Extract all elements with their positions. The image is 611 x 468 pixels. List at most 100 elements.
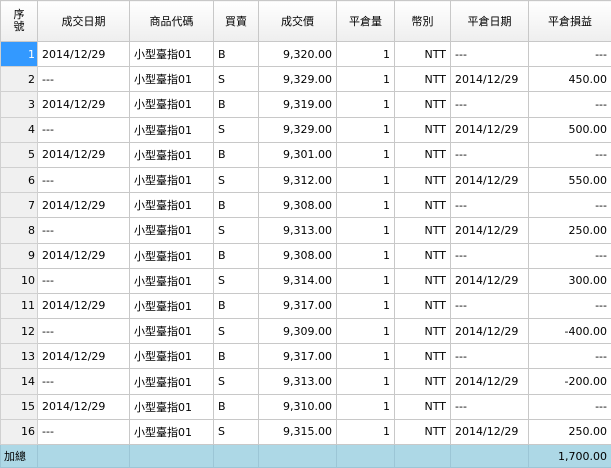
cell-price[interactable]: 9,313.00: [258, 368, 337, 395]
cell-pnl[interactable]: ---: [528, 192, 611, 219]
cell-currency[interactable]: NTT: [394, 368, 451, 395]
cell-currency[interactable]: NTT: [394, 393, 451, 420]
cell-trade-date[interactable]: 2014/12/29: [37, 192, 130, 219]
cell-seq[interactable]: 14: [0, 368, 38, 395]
cell-currency[interactable]: NTT: [394, 91, 451, 118]
cell-currency[interactable]: NTT: [394, 66, 451, 93]
cell-pnl[interactable]: ---: [528, 393, 611, 420]
cell-pnl[interactable]: 250.00: [528, 418, 611, 446]
cell-side[interactable]: S: [213, 318, 259, 345]
cell-seq[interactable]: 7: [0, 192, 38, 219]
cell-price[interactable]: 9,308.00: [258, 242, 337, 269]
cell-product-code[interactable]: 小型臺指01: [129, 217, 214, 244]
col-header-trade-date[interactable]: 成交日期: [37, 0, 130, 42]
cell-currency[interactable]: NTT: [394, 116, 451, 143]
cell-close-date[interactable]: 2014/12/29: [450, 318, 529, 345]
cell-pnl[interactable]: ---: [528, 343, 611, 370]
col-header-close-date[interactable]: 平倉日期: [450, 0, 529, 42]
table-row[interactable]: 3 2014/12/29 小型臺指01 B 9,319.00 1 NTT --- ---: [0, 91, 611, 118]
cell-price[interactable]: 9,309.00: [258, 318, 337, 345]
cell-trade-date[interactable]: ---: [37, 368, 130, 395]
cell-currency[interactable]: NTT: [394, 343, 451, 370]
cell-pnl[interactable]: 500.00: [528, 116, 611, 143]
cell-side[interactable]: S: [213, 418, 259, 446]
col-header-currency[interactable]: 幣別: [394, 0, 451, 42]
cell-close-qty[interactable]: 1: [336, 217, 395, 244]
cell-product-code[interactable]: 小型臺指01: [129, 192, 214, 219]
table-row[interactable]: 5 2014/12/29 小型臺指01 B 9,301.00 1 NTT --- ---: [0, 141, 611, 168]
cell-side[interactable]: B: [213, 91, 259, 118]
cell-close-date[interactable]: ---: [450, 192, 529, 219]
cell-seq[interactable]: 16: [0, 418, 38, 446]
cell-close-date[interactable]: 2014/12/29: [450, 166, 529, 194]
cell-side[interactable]: B: [213, 343, 259, 370]
cell-price[interactable]: 9,301.00: [258, 141, 337, 168]
cell-trade-date[interactable]: ---: [37, 418, 130, 446]
cell-product-code[interactable]: 小型臺指01: [129, 242, 214, 269]
cell-pnl[interactable]: ---: [528, 91, 611, 118]
cell-price[interactable]: 9,314.00: [258, 267, 337, 294]
cell-trade-date[interactable]: 2014/12/29: [37, 292, 130, 320]
cell-close-date[interactable]: 2014/12/29: [450, 217, 529, 244]
cell-trade-date[interactable]: 2014/12/29: [37, 393, 130, 420]
cell-close-qty[interactable]: 1: [336, 368, 395, 395]
cell-close-qty[interactable]: 1: [336, 116, 395, 143]
cell-product-code[interactable]: 小型臺指01: [129, 292, 214, 320]
table-row[interactable]: 12 --- 小型臺指01 S 9,309.00 1 NTT 2014/12/29 -400.0…: [0, 318, 611, 345]
cell-close-qty[interactable]: 1: [336, 343, 395, 370]
cell-close-date[interactable]: 2014/12/29: [450, 368, 529, 395]
cell-seq[interactable]: 9: [0, 242, 38, 269]
cell-pnl[interactable]: ---: [528, 141, 611, 168]
cell-pnl[interactable]: 300.00: [528, 267, 611, 294]
cell-price[interactable]: 9,320.00: [258, 40, 337, 68]
cell-pnl[interactable]: 550.00: [528, 166, 611, 194]
cell-currency[interactable]: NTT: [394, 192, 451, 219]
cell-pnl[interactable]: -400.00: [528, 318, 611, 345]
cell-currency[interactable]: NTT: [394, 292, 451, 320]
cell-trade-date[interactable]: 2014/12/29: [37, 40, 130, 68]
cell-side[interactable]: B: [213, 141, 259, 168]
cell-close-qty[interactable]: 1: [336, 141, 395, 168]
cell-pnl[interactable]: ---: [528, 40, 611, 68]
cell-currency[interactable]: NTT: [394, 166, 451, 194]
cell-product-code[interactable]: 小型臺指01: [129, 141, 214, 168]
cell-trade-date[interactable]: ---: [37, 166, 130, 194]
cell-close-qty[interactable]: 1: [336, 318, 395, 345]
cell-close-date[interactable]: ---: [450, 343, 529, 370]
cell-seq[interactable]: 5: [0, 141, 38, 168]
cell-side[interactable]: S: [213, 368, 259, 395]
cell-product-code[interactable]: 小型臺指01: [129, 368, 214, 395]
cell-price[interactable]: 9,329.00: [258, 66, 337, 93]
col-header-seq[interactable]: 序號: [0, 0, 38, 42]
cell-product-code[interactable]: 小型臺指01: [129, 66, 214, 93]
col-header-price[interactable]: 成交價: [258, 0, 337, 42]
table-row[interactable]: 13 2014/12/29 小型臺指01 B 9,317.00 1 NTT --- ---: [0, 343, 611, 370]
cell-trade-date[interactable]: ---: [37, 66, 130, 93]
cell-product-code[interactable]: 小型臺指01: [129, 318, 214, 345]
cell-currency[interactable]: NTT: [394, 267, 451, 294]
table-row[interactable]: 16 --- 小型臺指01 S 9,315.00 1 NTT 2014/12/29 250.00: [0, 418, 611, 446]
cell-seq[interactable]: 15: [0, 393, 38, 420]
cell-side[interactable]: S: [213, 66, 259, 93]
cell-currency[interactable]: NTT: [394, 318, 451, 345]
cell-seq[interactable]: 6: [0, 166, 38, 194]
cell-trade-date[interactable]: 2014/12/29: [37, 242, 130, 269]
table-row[interactable]: 9 2014/12/29 小型臺指01 B 9,308.00 1 NTT --- ---: [0, 242, 611, 269]
cell-price[interactable]: 9,315.00: [258, 418, 337, 446]
cell-product-code[interactable]: 小型臺指01: [129, 116, 214, 143]
cell-trade-date[interactable]: ---: [37, 217, 130, 244]
cell-close-date[interactable]: 2014/12/29: [450, 418, 529, 446]
cell-product-code[interactable]: 小型臺指01: [129, 267, 214, 294]
cell-price[interactable]: 9,329.00: [258, 116, 337, 143]
cell-pnl[interactable]: -200.00: [528, 368, 611, 395]
table-row[interactable]: 10 --- 小型臺指01 S 9,314.00 1 NTT 2014/12/29 300.00: [0, 267, 611, 294]
table-row[interactable]: 8 --- 小型臺指01 S 9,313.00 1 NTT 2014/12/29 250.00: [0, 217, 611, 244]
cell-product-code[interactable]: 小型臺指01: [129, 343, 214, 370]
cell-seq[interactable]: 2: [0, 66, 38, 93]
cell-seq[interactable]: 8: [0, 217, 38, 244]
cell-close-date[interactable]: ---: [450, 91, 529, 118]
cell-seq[interactable]: 12: [0, 318, 38, 345]
table-row[interactable]: 6 --- 小型臺指01 S 9,312.00 1 NTT 2014/12/29 550.00: [0, 166, 611, 194]
col-header-pnl[interactable]: 平倉損益: [528, 0, 611, 42]
cell-trade-date[interactable]: ---: [37, 267, 130, 294]
